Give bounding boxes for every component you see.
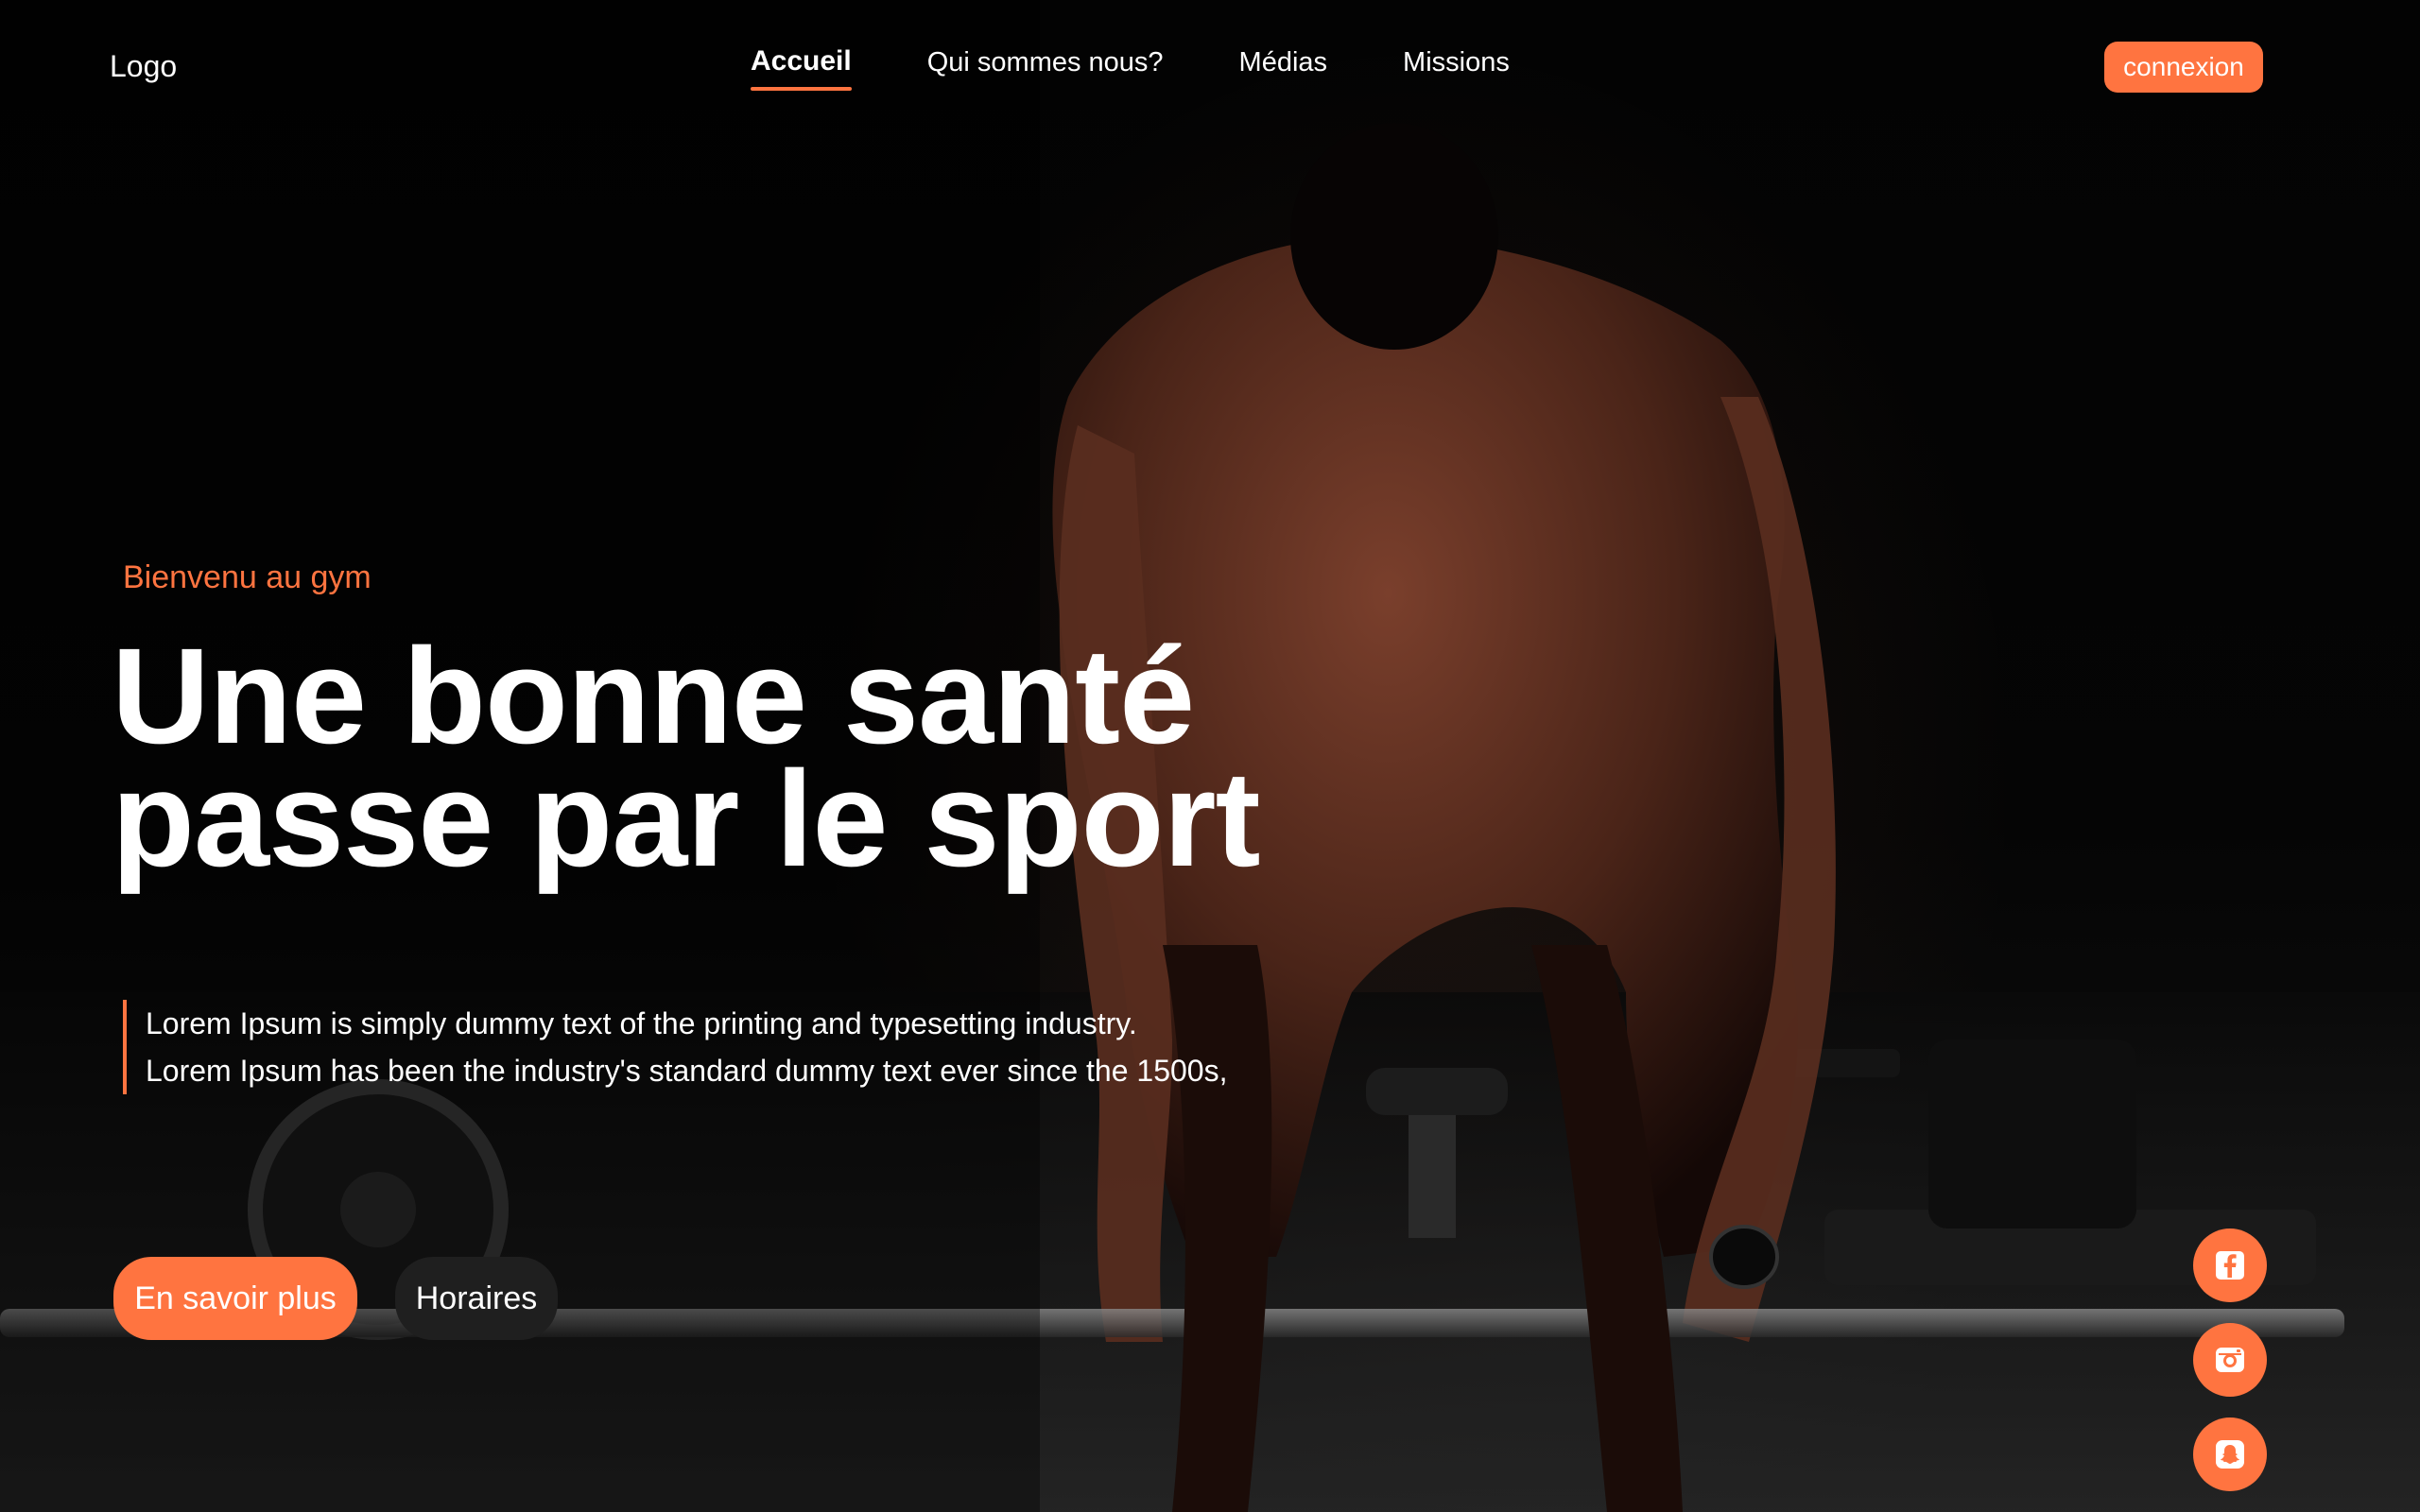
hero-title-line-1: Une bonne santé (112, 620, 1195, 772)
hero-title-line-2: passe par le sport (112, 743, 1261, 895)
nav-item-medias[interactable]: Médias (1239, 47, 1328, 92)
nav-item-missions[interactable]: Missions (1403, 47, 1510, 92)
hero-title: Une bonne santé passe par le sport (112, 620, 1261, 895)
hero-kicker: Bienvenu au gym (123, 559, 372, 595)
main-nav: Accueil Qui sommes nous? Médias Missions (751, 45, 1510, 93)
login-button[interactable]: connexion (2104, 42, 2263, 93)
landing-page: Logo Accueil Qui sommes nous? Médias Mis… (0, 0, 2420, 1512)
social-links (2193, 1228, 2267, 1491)
learn-more-button[interactable]: En savoir plus (113, 1257, 357, 1340)
instagram-button[interactable] (2193, 1323, 2267, 1397)
hero-description: Lorem Ipsum is simply dummy text of the … (123, 1000, 1346, 1094)
instagram-icon (2216, 1348, 2244, 1372)
hero-description-line-2: Lorem Ipsum has been the industry's stan… (146, 1054, 1228, 1088)
nav-item-accueil[interactable]: Accueil (751, 45, 852, 91)
snapchat-button[interactable] (2193, 1418, 2267, 1491)
site-header: Logo Accueil Qui sommes nous? Médias Mis… (0, 0, 2420, 132)
snapchat-icon (2216, 1440, 2244, 1469)
hero-description-line-1: Lorem Ipsum is simply dummy text of the … (146, 1006, 1137, 1040)
facebook-button[interactable] (2193, 1228, 2267, 1302)
facebook-icon (2216, 1251, 2244, 1280)
nav-item-qui-sommes-nous[interactable]: Qui sommes nous? (927, 47, 1164, 92)
site-logo[interactable]: Logo (110, 49, 177, 84)
schedule-button[interactable]: Horaires (395, 1257, 558, 1340)
